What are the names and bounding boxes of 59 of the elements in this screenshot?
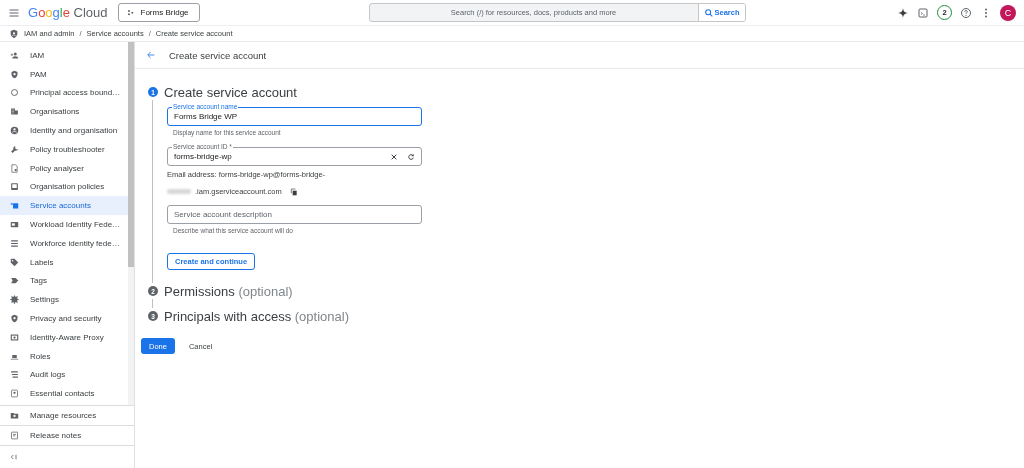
search-icon [703,7,714,18]
sidebar-link[interactable]: Release notes [0,425,134,445]
circle-icon [10,88,19,98]
shield-icon [10,69,19,79]
card-icon [10,220,19,230]
sidebar-item[interactable]: Service accounts [0,196,128,216]
shield-person-icon [9,28,19,39]
terminal-icon[interactable] [917,6,929,19]
avatar[interactable]: C [1000,4,1016,21]
step-title[interactable]: Create service account [164,84,297,100]
sidebar-item[interactable]: Roles [0,346,128,366]
service-account-icon [10,201,19,211]
menu-icon [8,6,20,19]
sidebar-item[interactable]: Workforce identity fede… [0,233,128,253]
contact-card-icon [10,389,19,399]
sidebar-item[interactable]: Policy troubleshooter [0,140,128,159]
label-icon [10,276,19,286]
page-title: Create service account [169,49,267,61]
square-icon [10,182,19,192]
sidebar-item[interactable]: Privacy and security [0,309,128,328]
sidebar-item[interactable]: Audit logs [0,365,128,385]
sidebar-item[interactable]: Policy analyser [0,158,128,178]
list-icon [10,238,19,248]
scrollbar[interactable] [128,42,134,405]
project-picker[interactable]: Forms Bridge [117,3,200,22]
refresh-icon[interactable] [407,152,415,161]
person-circle-icon [10,126,19,136]
wrench-icon [10,144,19,154]
person-add-icon [10,50,19,60]
step-title[interactable]: Principals with access (optional) [164,308,349,324]
sidebar-item[interactable]: Workload Identity Fede… [0,215,128,234]
building-icon [10,107,19,117]
screen-icon [10,332,19,342]
sidebar-link[interactable]: Manage resources [0,405,134,425]
sidebar-item[interactable]: Tags [0,271,128,291]
sidebar-item[interactable]: Principal access bound… [0,83,128,103]
input-field[interactable]: Service account description [167,205,422,224]
help-icon[interactable] [960,6,972,19]
sidebar-item[interactable]: IAM [0,46,128,65]
sidebar-item[interactable]: Settings [0,290,128,310]
shield-icon [10,314,19,324]
sidebar-item[interactable]: PAM [0,64,128,84]
document-icon [10,163,19,173]
tag-icon [10,257,19,267]
folder-icon [10,411,19,420]
sidebar-item[interactable]: Identity and organisation [0,121,128,140]
logo[interactable]: Google Cloud [28,5,108,20]
notes-icon [10,431,19,440]
redacted-text [167,189,191,194]
project-icon [126,8,135,17]
copy-icon[interactable] [289,187,298,196]
list-icon [10,370,19,380]
sidebar-item[interactable]: Essential contacts [0,384,128,404]
sidebar-item[interactable]: Organisation policies [0,177,128,197]
clear-icon[interactable] [390,152,398,161]
sidebar-item[interactable]: Organisations [0,102,128,122]
step-title[interactable]: Permissions (optional) [164,283,293,299]
sidebar-item[interactable]: Labels [0,252,128,272]
sidebar-item[interactable]: Identity-Aware Proxy [0,327,128,347]
